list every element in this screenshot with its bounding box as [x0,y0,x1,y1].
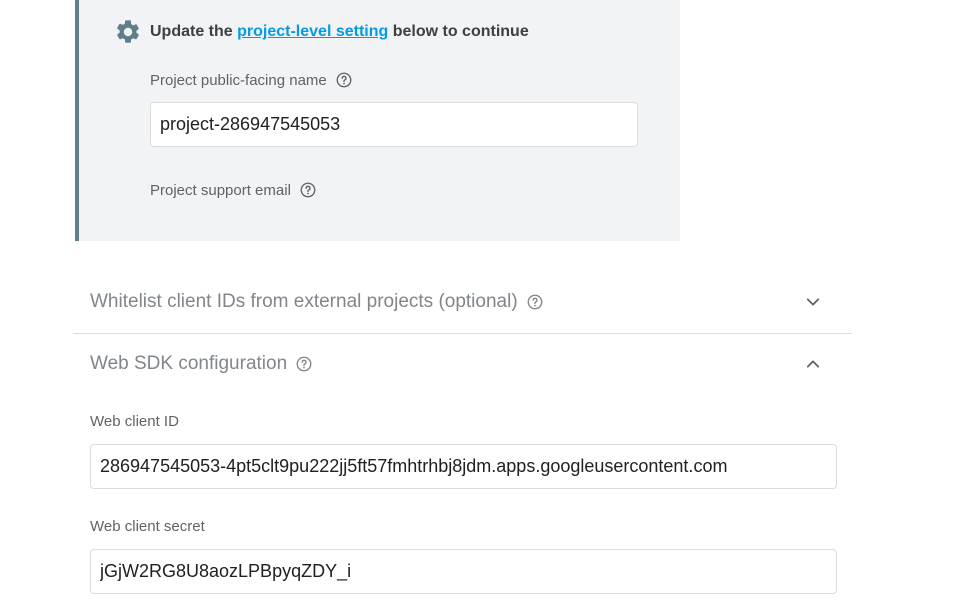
whitelist-panel-header[interactable]: Whitelist client IDs from external proje… [73,272,852,332]
help-circle-icon[interactable] [335,71,353,89]
chevron-up-icon[interactable] [804,355,822,373]
web-sdk-panel-title-text: Web SDK configuration [90,353,288,374]
web-client-secret-input[interactable] [90,549,837,594]
project-level-setting-link[interactable]: project-level setting [237,23,388,40]
support-email-label: Project support email [150,181,317,199]
web-sdk-panel-header[interactable]: Web SDK configuration [73,334,852,394]
help-circle-icon[interactable] [299,181,317,199]
auth-provider-config: Update the project-level setting below t… [0,0,953,616]
support-email-label-text: Project support email [150,181,291,199]
notice-title-suffix: below to continue [388,23,529,40]
help-circle-icon[interactable] [295,355,313,373]
public-name-input[interactable] [150,102,638,147]
chevron-down-icon[interactable] [804,293,822,311]
notice-title-prefix: Update the [150,23,238,40]
gear-icon [117,20,139,43]
notice-title: Update the project-level setting below t… [150,23,529,41]
whitelist-panel-title-text: Whitelist client IDs from external proje… [90,291,518,312]
public-name-label-text: Project public-facing name [150,71,327,89]
project-setting-notice: Update the project-level setting below t… [75,0,680,241]
web-sdk-panel-title: Web SDK configuration [90,353,313,375]
web-client-id-input[interactable] [90,444,837,489]
public-name-label: Project public-facing name [150,71,353,89]
help-circle-icon[interactable] [526,293,544,311]
whitelist-panel-title: Whitelist client IDs from external proje… [90,291,544,313]
web-client-id-label: Web client ID [90,413,179,430]
web-client-secret-label: Web client secret [90,518,205,535]
